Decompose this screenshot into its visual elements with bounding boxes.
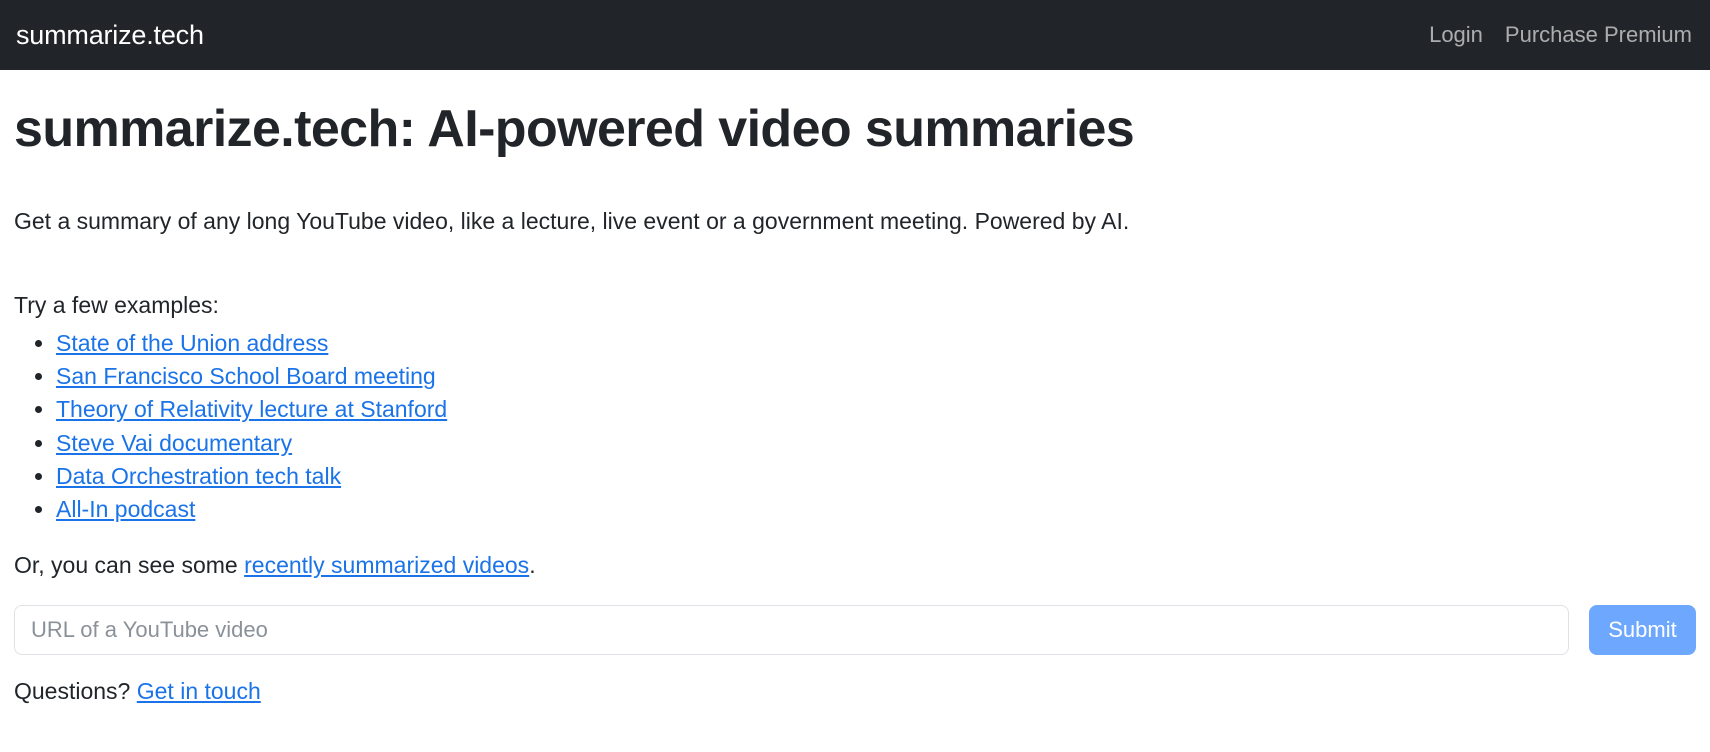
list-item: All-In podcast <box>56 493 1696 526</box>
url-submit-form: Submit <box>14 604 1696 655</box>
page-title: summarize.tech: AI-powered video summari… <box>14 100 1135 158</box>
example-link-steve-vai[interactable]: Steve Vai documentary <box>56 430 292 456</box>
url-input[interactable] <box>14 604 1569 655</box>
nav-link-login[interactable]: Login <box>1429 24 1483 46</box>
navbar-brand[interactable]: summarize.tech <box>16 21 204 49</box>
navbar: summarize.tech Login Purchase Premium <box>0 0 1710 70</box>
example-link-state-of-the-union[interactable]: State of the Union address <box>56 330 328 356</box>
example-link-sf-school-board[interactable]: San Francisco School Board meeting <box>56 363 436 389</box>
recently-summarized-videos-link[interactable]: recently summarized videos <box>244 552 529 578</box>
list-item: Steve Vai documentary <box>56 427 1696 460</box>
get-in-touch-link[interactable]: Get in touch <box>137 678 261 704</box>
examples-intro: Try a few examples: <box>14 291 219 318</box>
main-content: summarize.tech: AI-powered video summari… <box>0 100 1710 707</box>
list-item: San Francisco School Board meeting <box>56 360 1696 393</box>
examples-list: State of the Union address San Francisco… <box>14 327 1696 527</box>
recently-prefix-text: Or, you can see some <box>14 551 245 578</box>
recently-summarized-line: Or, you can see some recently summarized… <box>14 551 1696 581</box>
list-item: State of the Union address <box>56 327 1696 360</box>
questions-line: Questions? Get in touch <box>14 677 1696 707</box>
example-link-data-orchestration[interactable]: Data Orchestration tech talk <box>56 463 341 489</box>
page-description: Get a summary of any long YouTube video,… <box>14 207 1130 234</box>
example-link-all-in-podcast[interactable]: All-In podcast <box>56 496 195 522</box>
list-item: Data Orchestration tech talk <box>56 460 1696 493</box>
example-link-relativity-lecture[interactable]: Theory of Relativity lecture at Stanford <box>56 396 447 422</box>
nav-link-purchase-premium[interactable]: Purchase Premium <box>1505 24 1692 46</box>
recently-suffix-text: . <box>529 551 536 578</box>
questions-prefix-text: Questions? <box>14 677 137 704</box>
list-item: Theory of Relativity lecture at Stanford <box>56 393 1696 426</box>
submit-button[interactable]: Submit <box>1589 604 1696 655</box>
navbar-links: Login Purchase Premium <box>1429 24 1692 46</box>
